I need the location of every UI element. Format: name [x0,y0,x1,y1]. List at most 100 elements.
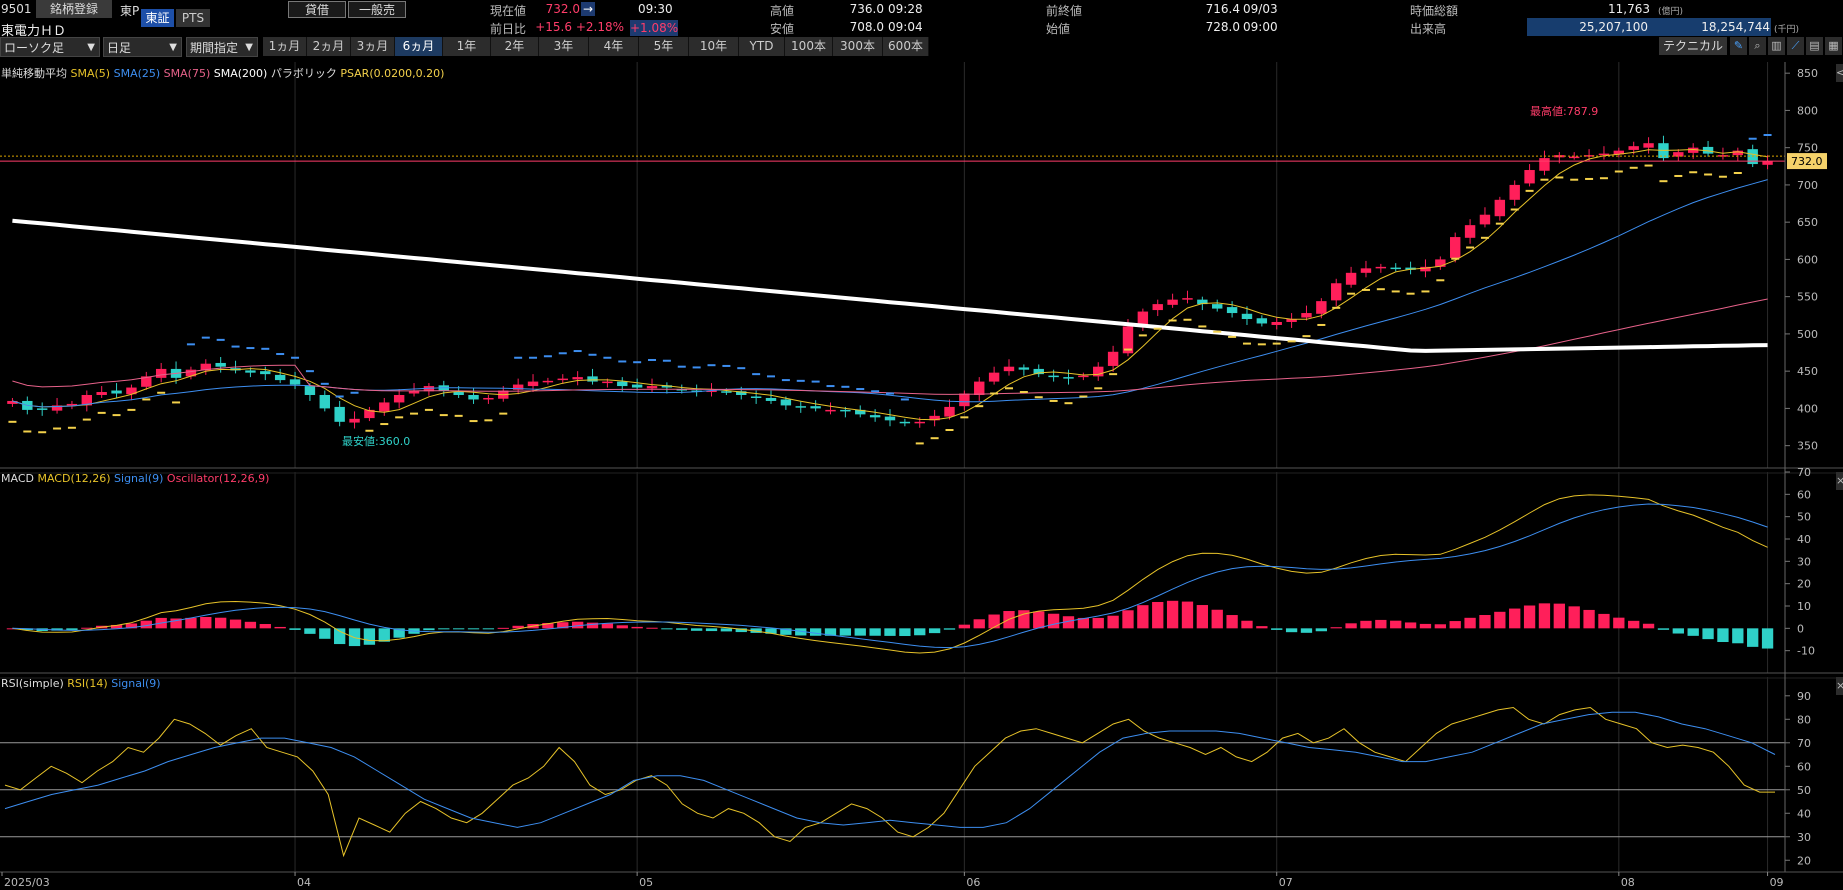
macd-oscillator-bar [423,628,435,631]
close-rsi-icon[interactable]: × [1836,677,1843,695]
candle-body [1643,143,1654,148]
candle-body [944,406,955,417]
macd-oscillator-bar [1434,624,1446,629]
price-tick-label: 550 [1797,291,1818,304]
macd-oscillator-bar [467,628,480,630]
candle-body [1375,266,1387,269]
collapse-panel-icon[interactable]: < [1836,64,1843,82]
candle-body [1078,375,1089,378]
price-tick-label: 700 [1797,179,1818,192]
macd-oscillator-bar [200,616,212,629]
close-macd-icon[interactable]: × [1836,472,1843,490]
macd-oscillator-bar [1285,628,1298,633]
candle-body [1212,304,1223,309]
candle-body [349,418,360,423]
macd-oscillator-bar [1702,628,1714,640]
macd-oscillator-bar [1330,627,1342,629]
candle-body [1539,158,1550,171]
macd-oscillator-bar [1152,601,1164,629]
candle-body [542,380,554,383]
macd-oscillator-bar [1419,623,1432,629]
candle-body [1717,155,1729,157]
candle-body [1509,184,1520,200]
macd-layer [6,494,1774,654]
candle-body [1524,170,1535,184]
candle-body [96,392,107,395]
macd-oscillator-bar [1047,613,1060,629]
candle-body [260,371,271,375]
candle-body [557,378,568,381]
macd-oscillator-bar [958,624,971,629]
candle-body [527,381,539,387]
candle-body [750,396,762,398]
macd-oscillator-bar [1732,628,1744,644]
legend-sma200: SMA(200) [213,67,268,80]
macd-oscillator-bar [839,628,852,636]
candle-body [36,408,48,410]
macd-oscillator-bar [1271,628,1283,630]
rsi-tick-label: 40 [1797,807,1811,820]
macd-oscillator-bar [304,628,316,634]
macd-oscillator-bar [1747,628,1759,647]
candle-body [1464,225,1476,238]
candle-body [1390,267,1401,270]
macd-oscillator-bar [1479,615,1491,629]
candle-body [1331,283,1342,301]
macd-tick-label: 10 [1797,600,1811,613]
last-price-label: 732.0 [1791,155,1823,168]
candle-body [1048,375,1059,378]
candle-body [1316,301,1327,314]
legend-macd-title: MACD [1,472,34,485]
candle-body [1107,351,1119,366]
rsi-tick-label: 80 [1797,713,1811,726]
macd-oscillator-bar [259,624,271,629]
macd-oscillator-bar [1538,603,1551,629]
macd-oscillator-bar [809,628,822,636]
candle-body [1494,199,1506,217]
rsi-tick-label: 90 [1797,690,1811,703]
macd-oscillator-bar [1672,628,1684,634]
rsi-legend: RSI(simple) RSI(14) Signal(9) [1,677,161,690]
macd-oscillator-bar [1553,603,1565,629]
macd-oscillator-bar [884,628,896,636]
macd-oscillator-bar [482,628,495,630]
macd-oscillator-bar [319,628,331,639]
price-tick-label: 450 [1797,365,1818,378]
candle-body [646,386,658,389]
macd-oscillator-bar [1033,611,1045,629]
legend-sma-title: 単純移動平均 [1,67,67,80]
macd-oscillator-bar [1211,609,1223,629]
macd-oscillator-bar [1345,623,1357,629]
axis-layer: 350400450500550600650700750800850-100102… [0,62,1843,889]
macd-oscillator-bar [1226,615,1238,629]
rsi-tick-label: 70 [1797,737,1811,750]
price-tick-label: 350 [1797,440,1818,453]
x-tick-label: 08 [1621,876,1635,889]
candle-body [215,362,226,367]
candle-body [1152,304,1163,311]
rsi-tick-label: 30 [1797,831,1811,844]
x-tick-label: 09 [1770,876,1784,889]
candle-body [393,394,405,403]
macd-oscillator-bar [1583,609,1595,629]
macd-oscillator-bar [1628,620,1640,629]
candle-body [379,402,390,412]
macd-oscillator-bar [1375,619,1387,629]
candle-body [914,421,925,424]
candle-body [1450,237,1461,258]
candle-body [884,416,896,421]
macd-oscillator-bar [1404,622,1417,629]
macd-oscillator-bar [1613,617,1625,629]
x-tick-label: 05 [639,876,653,889]
macd-oscillator-bar [973,619,985,629]
macd-tick-label: 50 [1797,511,1811,524]
candle-body [111,390,122,394]
macd-oscillator-bar [244,621,257,629]
macd-oscillator-bar [185,617,197,629]
candle-body [572,377,583,380]
macd-oscillator-bar [646,627,658,629]
macd-tick-label: 20 [1797,578,1811,591]
macd-tick-label: -10 [1797,645,1815,658]
macd-oscillator-bar [928,628,941,634]
candle-body [1226,307,1238,314]
